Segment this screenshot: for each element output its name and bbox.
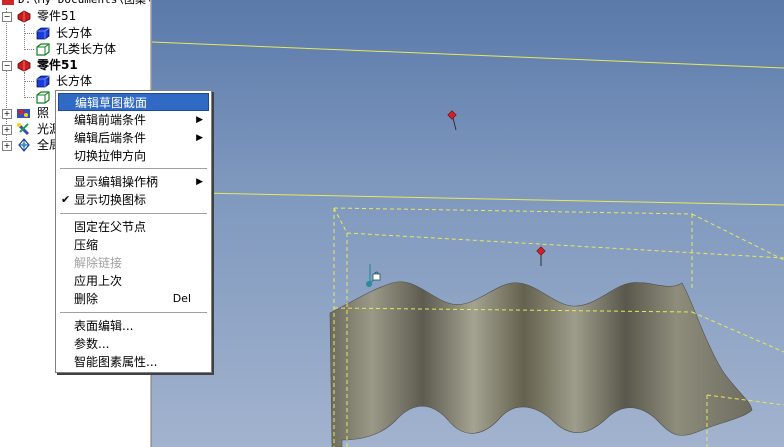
menu-item-label: 压缩: [74, 238, 99, 252]
menu-item-delete[interactable]: 删除 Del: [58, 290, 209, 308]
extrude-icon: [35, 90, 51, 104]
hole-box-icon: [35, 42, 51, 56]
menu-item-show-edit-handles[interactable]: 显示编辑操作柄 ▶: [58, 173, 209, 191]
menu-item-shortcut: Del: [172, 292, 191, 305]
box-icon: [35, 26, 51, 40]
tree-item-part-1[interactable]: − 零件51: [0, 8, 150, 24]
sketch-plane-edge: [152, 41, 784, 69]
expand-icon[interactable]: +: [2, 125, 12, 135]
menu-separator: [60, 168, 207, 169]
menu-item-label: 智能图素属性...: [74, 355, 158, 369]
part-icon: [16, 9, 32, 23]
menu-item-toggle-extrude-direction[interactable]: 切换拉伸方向: [58, 147, 209, 165]
menu-item-edit-front-condition[interactable]: 编辑前端条件 ▶: [58, 111, 209, 129]
design-viewport[interactable]: [152, 0, 784, 447]
context-menu[interactable]: 编辑草图截面 编辑前端条件 ▶ 编辑后端条件 ▶ 切换拉伸方向 显示编辑操作柄 …: [55, 90, 212, 373]
tree-item-label: 照: [37, 106, 50, 120]
edit-handle[interactable]: [536, 246, 546, 266]
part-icon: [16, 58, 32, 72]
menu-item-show-toggle-icon[interactable]: ✔ 显示切换图标: [58, 191, 209, 209]
check-icon: ✔: [61, 193, 71, 206]
file-icon: [0, 0, 16, 7]
menu-item-label: 显示编辑操作柄: [74, 175, 159, 189]
menu-item-suppress[interactable]: 压缩: [58, 236, 209, 254]
submenu-arrow-icon: ▶: [196, 115, 203, 125]
tree-item-label: 孔类长方体: [56, 42, 117, 56]
menu-item-surface-edit[interactable]: 表面编辑...: [58, 317, 209, 335]
menu-item-label: 编辑草图截面: [75, 96, 148, 110]
box-icon: [35, 74, 51, 88]
menu-separator: [60, 213, 207, 214]
tree-item-label: 长方体: [56, 26, 93, 40]
menu-item-label: 固定在父节点: [74, 220, 147, 234]
menu-item-label: 编辑后端条件: [74, 131, 147, 145]
lighting-icon: [16, 106, 32, 120]
edit-handle[interactable]: [447, 110, 457, 131]
menu-item-unlink: 解除链接: [58, 254, 209, 272]
menu-item-label: 切换拉伸方向: [74, 149, 147, 163]
menu-item-smart-shape-properties[interactable]: 智能图素属性...: [58, 353, 209, 371]
menu-item-label: 编辑前端条件: [74, 113, 147, 127]
menu-item-pin-to-parent[interactable]: 固定在父节点: [58, 218, 209, 236]
submenu-arrow-icon: ▶: [196, 177, 203, 187]
global-icon: [16, 138, 32, 152]
wavy-surface[interactable]: [329, 281, 753, 447]
expand-icon[interactable]: +: [2, 109, 12, 119]
menu-item-label: 应用上次: [74, 274, 123, 288]
light-source-icon: [16, 122, 32, 136]
menu-separator: [60, 312, 207, 313]
tree-item-label: 长方体: [56, 74, 93, 88]
menu-item-label: 参数...: [74, 337, 110, 351]
sketch-plane-edge: [152, 191, 784, 206]
menu-item-label: 删除: [74, 292, 99, 306]
menu-item-parameters[interactable]: 参数...: [58, 335, 209, 353]
menu-item-apply-last[interactable]: 应用上次: [58, 272, 209, 290]
submenu-arrow-icon: ▶: [196, 133, 203, 143]
tree-item-part-2[interactable]: − 零件51: [0, 57, 150, 73]
tree-path-label: D:\My Documents\图案\: [18, 0, 150, 8]
tree-item-box-1[interactable]: 长方体: [0, 25, 150, 41]
menu-item-label: 显示切换图标: [74, 193, 147, 207]
expand-icon[interactable]: +: [2, 141, 12, 151]
menu-item-label: 表面编辑...: [74, 319, 134, 333]
collapse-icon[interactable]: −: [2, 12, 12, 22]
tree-item-box-2[interactable]: 长方体: [0, 73, 150, 89]
menu-item-label: 解除链接: [74, 256, 123, 270]
collapse-icon[interactable]: −: [2, 61, 12, 71]
tree-item-label: 零件51: [37, 58, 78, 72]
scene-canvas[interactable]: [152, 0, 784, 447]
tree-item-label: 零件51: [37, 9, 77, 23]
tree-item-hole-box[interactable]: 孔类长方体: [0, 41, 150, 57]
menu-item-edit-sketch-section[interactable]: 编辑草图截面: [58, 93, 209, 111]
menu-item-edit-back-condition[interactable]: 编辑后端条件 ▶: [58, 129, 209, 147]
anchor-handle[interactable]: [366, 264, 381, 287]
